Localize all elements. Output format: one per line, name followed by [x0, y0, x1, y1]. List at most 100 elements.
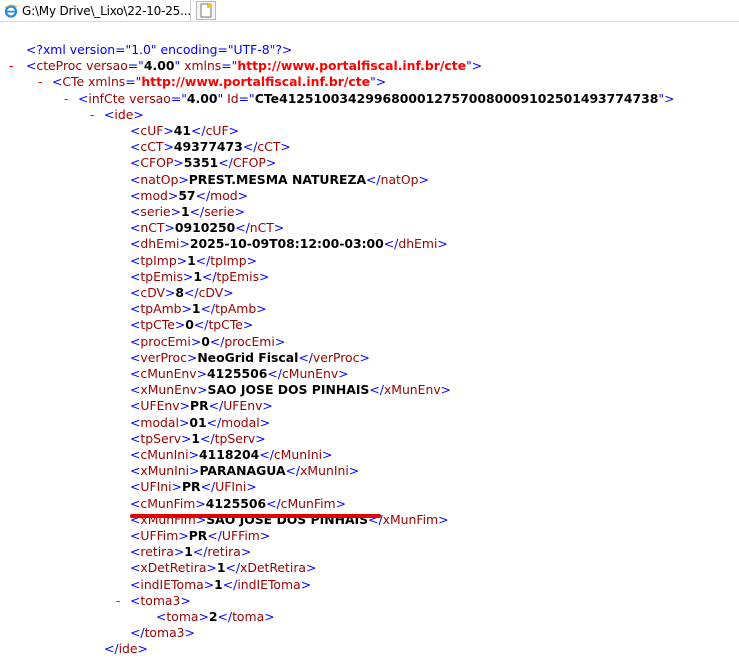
tag-name: procEmi	[224, 333, 275, 349]
tag-name: toma	[232, 609, 265, 624]
tab-title: G:\My Drive\_Lixo\22-10-25...	[22, 3, 190, 18]
tag-name: cMunEnv	[281, 366, 339, 381]
element-value: 4118204	[198, 447, 260, 462]
tag-name: UFFim	[140, 528, 179, 543]
xml-element-UFEnv: <UFEnv>PR</UFEnv>	[130, 398, 273, 414]
collapse-toggle[interactable]: -	[116, 593, 120, 609]
tag-name: ide	[114, 106, 134, 122]
tag-name: cDV	[140, 285, 166, 300]
xml-element-UFIni: <UFIni>PR</UFIni>	[130, 479, 257, 495]
element-value: 0	[201, 333, 210, 349]
attr-value: 4.00	[143, 58, 175, 74]
xml-element-xDetRetira: <xDetRetira>1</xDetRetira>	[130, 560, 317, 576]
collapse-toggle[interactable]: -	[64, 91, 68, 107]
tag-name: CFOP	[232, 155, 266, 171]
xml-element-tpImp: <tpImp>1</tpImp>	[130, 252, 258, 268]
tag-name: cMunIni	[140, 447, 189, 462]
element-value: 8	[175, 285, 185, 300]
element-value: 41	[173, 123, 192, 138]
xml-element-toma: <toma>2</toma>	[156, 609, 275, 624]
tag-name: retira	[207, 544, 241, 560]
tab-bar: G:\My Drive\_Lixo\22-10-25...	[0, 0, 739, 22]
element-value: NeoGrid Fiscal	[197, 349, 299, 365]
element-value: PREST.MESMA NATUREZA	[188, 171, 367, 187]
new-tab-button[interactable]	[196, 1, 216, 20]
tag-name: cUF	[140, 123, 164, 138]
element-value: SAO JOSE DOS PINHAIS	[207, 382, 370, 398]
xml-element-mod: <mod>57</mod>	[130, 187, 249, 203]
red-underline-annotation	[130, 514, 381, 518]
tag-name: toma3	[144, 625, 185, 641]
collapse-toggle[interactable]: -	[90, 107, 94, 123]
new-tab-icon	[200, 3, 213, 18]
element-value: 0	[185, 317, 194, 333]
xml-element-indIEToma: <indIEToma>1</indIEToma>	[130, 576, 312, 592]
declaration-text: <?xml version="1.0" encoding="UTF-8"?>	[26, 42, 293, 57]
xml-element-cUF: <cUF>41</cUF>	[130, 123, 240, 138]
collapse-toggle[interactable]: -	[9, 58, 13, 74]
attr-value: 4.00	[186, 90, 218, 106]
tag-name: tpAmb	[140, 301, 182, 317]
tag-name: cCT	[140, 139, 164, 155]
tag-name: cMunEnv	[140, 366, 197, 381]
attr-value: CTe4125100342996800012757008000910250149…	[254, 90, 659, 106]
element-value: 57	[178, 187, 196, 203]
tag-name: dhEmi	[398, 236, 438, 252]
attr-value: http://www.portalfiscal.inf.br/cte	[141, 74, 371, 90]
tag-name: xDetRetira	[240, 560, 307, 576]
xml-element-cMunFim: <cMunFim>4125506</cMunFim>	[130, 495, 346, 511]
element-value: PARANAGUA	[199, 463, 286, 479]
element-value: 0910250	[174, 220, 236, 236]
element-value: 4125506	[207, 366, 268, 381]
xml-element-tpEmis: <tpEmis>1</tpEmis>	[130, 268, 270, 284]
element-value: 1	[187, 252, 196, 268]
collapse-toggle[interactable]: -	[38, 74, 42, 90]
tag-name: verProc	[312, 349, 360, 365]
xml-element-dhEmi: <dhEmi>2025-10-09T08:12:00-03:00</dhEmi>	[130, 236, 448, 252]
xml-element-CFOP: <CFOP>5351</CFOP>	[130, 155, 277, 171]
tag-name: xDetRetira	[140, 560, 207, 576]
xml-element-verProc: <verProc>NeoGrid Fiscal</verProc>	[130, 349, 370, 365]
tag-name: tpCTe	[208, 317, 243, 333]
element-value: 2	[208, 609, 218, 624]
xml-element-procEmi: <procEmi>0</procEmi>	[130, 333, 286, 349]
tag-name: indIEToma	[237, 576, 301, 592]
tag-name: ide	[118, 641, 138, 657]
element-value: PR	[190, 398, 209, 414]
tag-name: serie	[204, 204, 235, 219]
xml-element-natOp: <natOp>PREST.MESMA NATUREZA</natOp>	[130, 171, 429, 187]
xml-element-cCT: <cCT>49377473</cCT>	[130, 139, 291, 155]
tag-name: toma3	[140, 592, 181, 608]
toma3-open-tag: <toma3>	[130, 592, 191, 608]
tag-name: tpServ	[140, 430, 182, 446]
tag-name: tpServ	[214, 430, 256, 446]
tag-name: xMunEnv	[140, 382, 198, 398]
tag-name: tpImp	[140, 252, 177, 268]
tag-name: nCT	[249, 220, 274, 236]
tag-name: retira	[140, 544, 174, 560]
tag-name: natOp	[380, 171, 419, 187]
tag-name: mod	[140, 187, 168, 203]
element-value: 49377473	[173, 139, 243, 155]
tag-name: xMunEnv	[383, 382, 441, 398]
tag-name: modal	[140, 414, 179, 430]
tag-name: UFEnv	[140, 398, 180, 414]
tag-name: xMunIni	[140, 463, 190, 479]
tag-name: UFFim	[221, 528, 260, 543]
xml-element-tpServ: <tpServ>1</tpServ>	[130, 430, 266, 446]
xml-element-cMunIni: <cMunIni>4118204</cMunIni>	[130, 447, 333, 462]
attr-value: http://www.portalfiscal.inf.br/cte	[237, 58, 467, 74]
element-value: PR	[181, 479, 201, 495]
element-value: 1	[214, 576, 223, 592]
infcte-open-tag: <infCte versao="4.00" Id="CTe41251003429…	[78, 90, 675, 106]
tag-name: infCte	[88, 90, 126, 106]
tag-name: tpEmis	[216, 268, 260, 284]
tag-name: toma	[166, 609, 199, 624]
tag-name: tpImp	[210, 252, 247, 268]
browser-tab[interactable]: G:\My Drive\_Lixo\22-10-25...	[0, 0, 191, 21]
xml-element-cMunEnv: <cMunEnv>4125506</cMunEnv>	[130, 366, 349, 381]
tag-name: UFIni	[140, 479, 172, 495]
element-value: PR	[188, 528, 208, 543]
cte-open-tag: <CTe xmlns="http://www.portalfiscal.inf.…	[52, 74, 387, 90]
tag-name: cCT	[257, 139, 281, 155]
